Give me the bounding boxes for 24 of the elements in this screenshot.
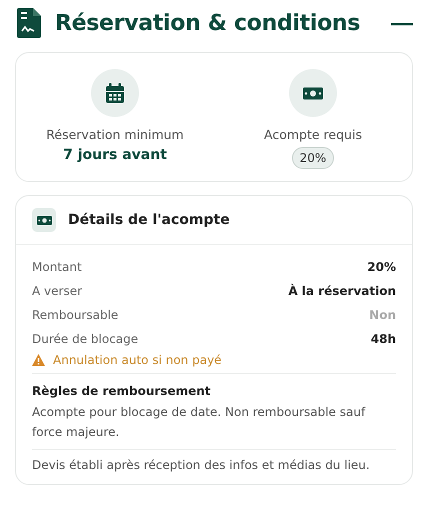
summary-label: Réservation minimum (46, 127, 184, 142)
collapse-button[interactable]: — (391, 10, 413, 36)
details-title: Détails de l'acompte (68, 212, 230, 228)
percent-badge: 20% (292, 147, 334, 169)
warning-icon (32, 354, 45, 366)
banknote-icon (36, 214, 52, 226)
document-icon (17, 8, 41, 38)
summary-value: 7 jours avant (63, 147, 167, 163)
detail-value: À la réservation (288, 282, 396, 300)
detail-label: Montant (32, 259, 82, 276)
detail-label: A verser (32, 283, 82, 300)
detail-value: Non (369, 307, 396, 324)
rules-text: Acompte pour blocage de date. Non remboursable sauf force majeure. (32, 402, 396, 450)
detail-label: Remboursable (32, 307, 118, 324)
rules-title: Règles de remboursement (32, 384, 212, 398)
warning-text: Annulation auto si non payé (53, 353, 222, 367)
footer-note: Devis établi après réception des infos et médias du lieu. (32, 458, 371, 472)
detail-value: 48h (370, 331, 396, 348)
calendar-icon (106, 83, 124, 103)
detail-value: 20% (367, 259, 396, 276)
section-title: Réservation & conditions (55, 10, 362, 36)
detail-label: Durée de blocage (32, 331, 138, 348)
summary-label: Acompte requis (264, 127, 362, 142)
banknote-icon (303, 86, 323, 100)
